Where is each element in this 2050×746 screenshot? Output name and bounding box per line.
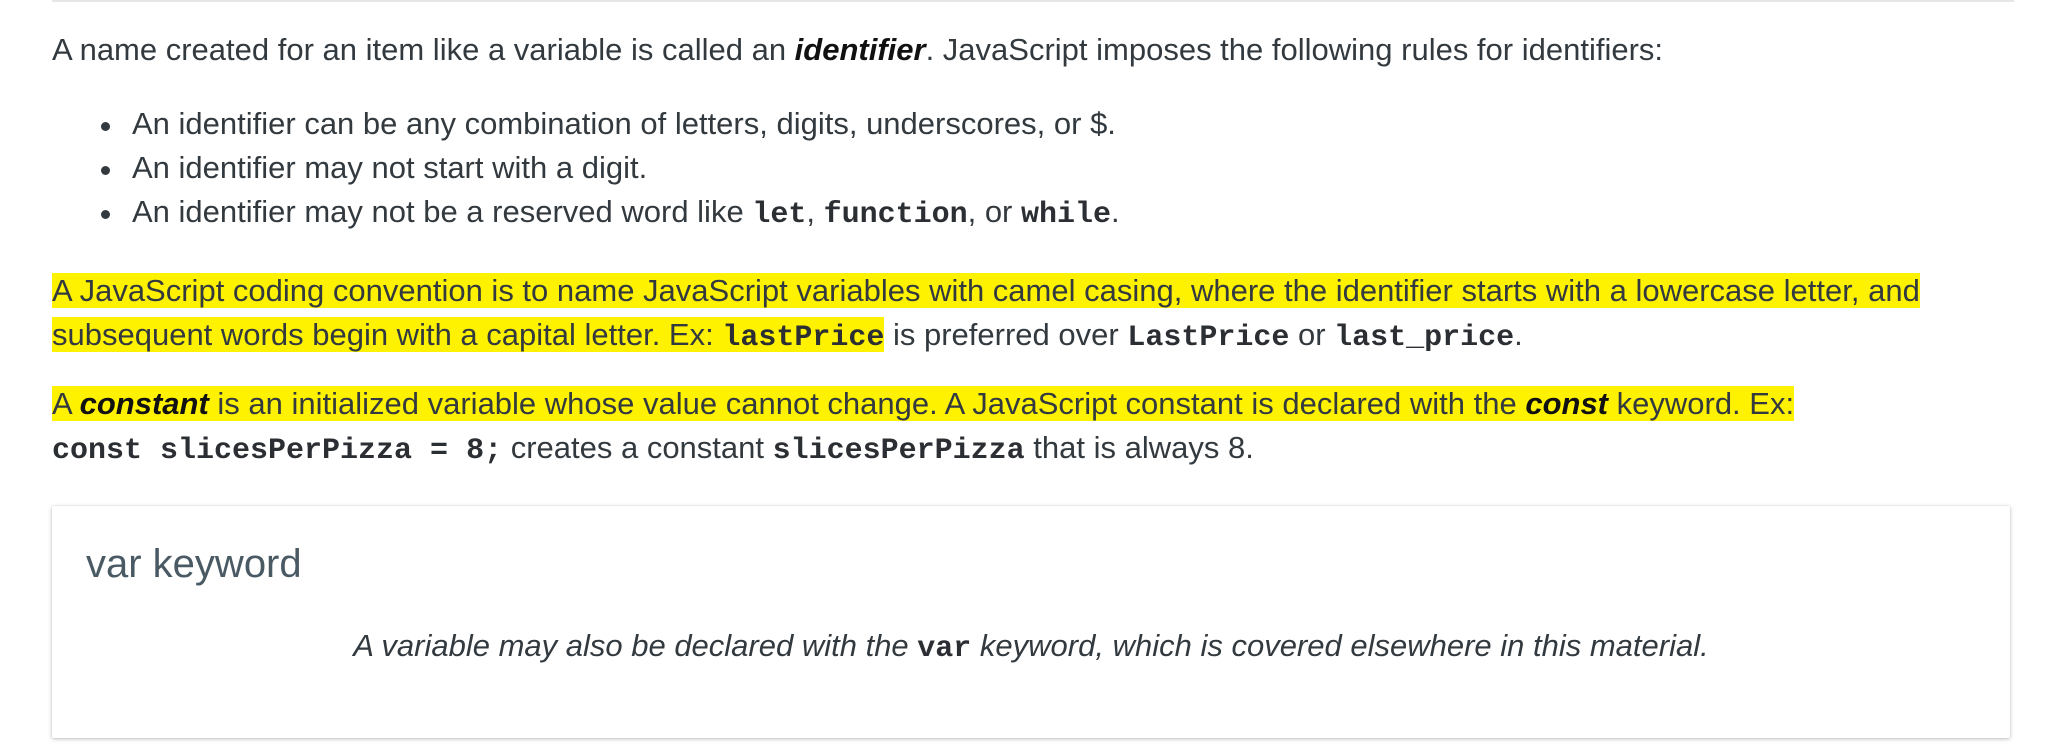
code-last-price: last_price xyxy=(1334,321,1515,355)
identifier-rules-list: An identifier can be any combination of … xyxy=(52,102,2014,237)
code-LastPrice: LastPrice xyxy=(1127,321,1290,355)
top-divider xyxy=(52,0,2014,2)
code-const-example: const slicesPerPizza = 8; xyxy=(52,434,503,468)
reserved-word-while: while xyxy=(1021,198,1112,232)
rule-item: An identifier can be any combination of … xyxy=(101,102,2014,146)
highlighted-text: A constant is an initialized variable wh… xyxy=(52,386,1795,421)
const-keyword: const xyxy=(1525,386,1609,421)
panel-title: var keyword xyxy=(86,542,302,586)
identifier-term: identifier xyxy=(794,32,926,67)
panel-body: A variable may also be declared with the… xyxy=(353,628,1709,666)
camel-case-paragraph: A JavaScript coding convention is to nam… xyxy=(52,273,1920,355)
code-lastPrice: lastPrice xyxy=(722,321,885,355)
lesson-content: A name created for an item like a variab… xyxy=(52,28,2014,473)
constant-term: constant xyxy=(79,386,209,421)
var-keyword-panel: var keyword A variable may also be decla… xyxy=(52,506,2010,738)
code-var: var xyxy=(917,632,972,666)
rule-item: An identifier may not be a reserved word… xyxy=(101,190,2014,237)
rule-item: An identifier may not start with a digit… xyxy=(101,146,2014,190)
reserved-word-function: function xyxy=(823,198,968,232)
reserved-word-let: let xyxy=(752,198,807,232)
identifier-intro: A name created for an item like a variab… xyxy=(52,32,1664,67)
constant-paragraph: A constant is an initialized variable wh… xyxy=(52,386,1795,468)
code-slicesPerPizza: slicesPerPizza xyxy=(772,434,1025,468)
